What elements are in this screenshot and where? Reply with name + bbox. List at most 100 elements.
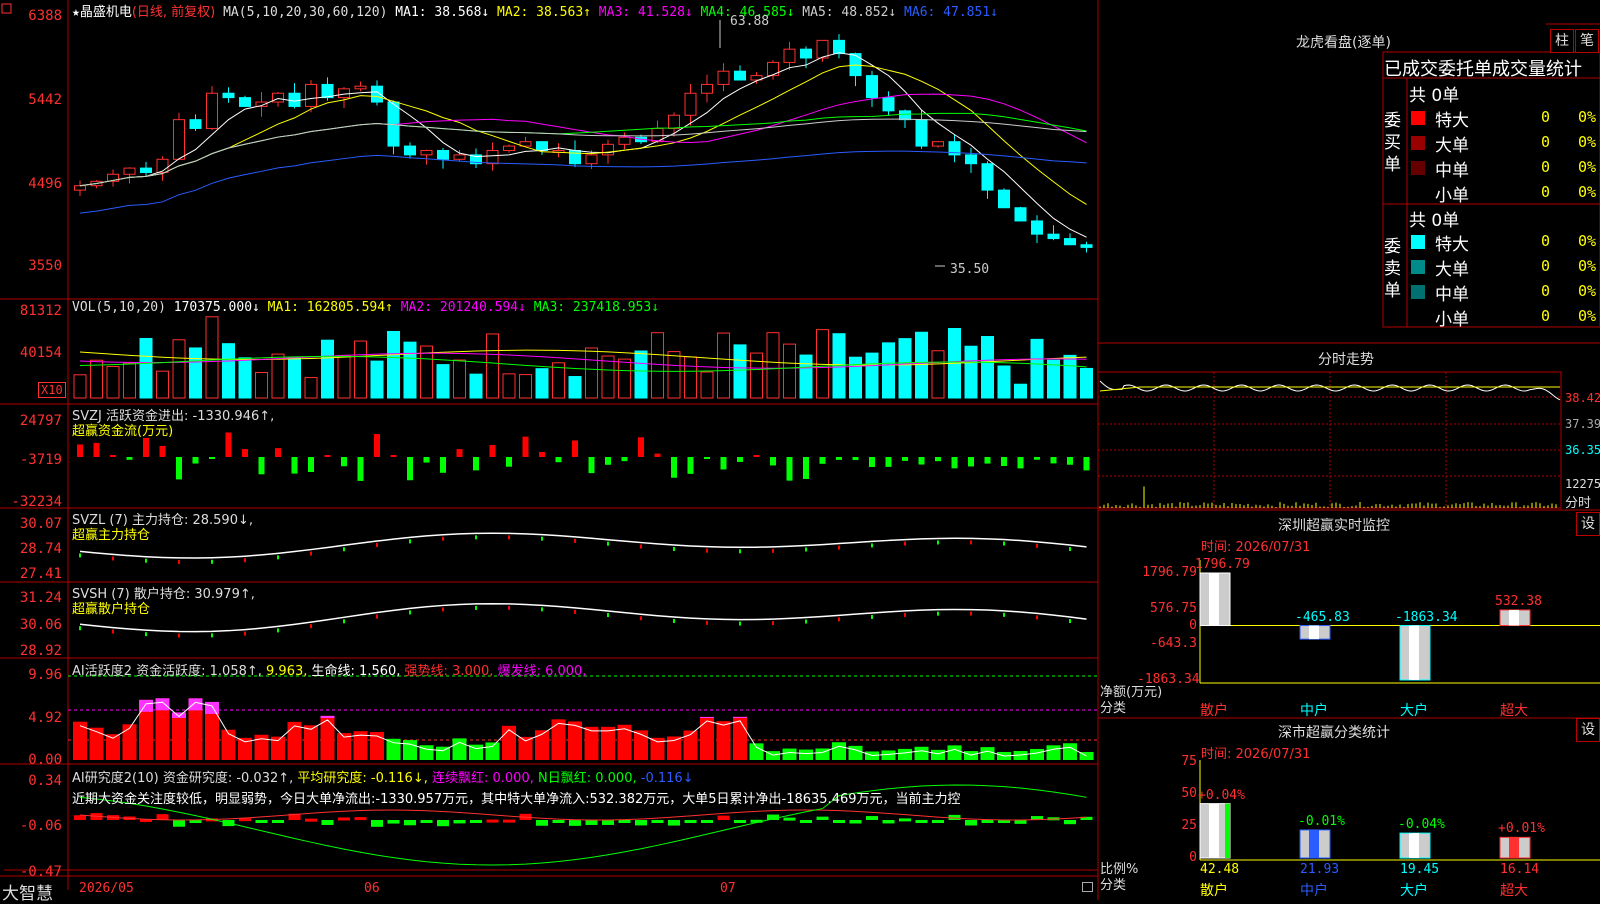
candle-down	[1014, 207, 1027, 222]
research-bar	[74, 815, 86, 820]
vol-unit[interactable]: X10	[38, 382, 66, 398]
sell-count: 共 0单	[1409, 211, 1460, 231]
volume-bar-up	[304, 377, 318, 399]
volume-bar-down	[288, 356, 301, 399]
fund-flow-bar	[456, 449, 463, 457]
candle-up	[420, 149, 433, 156]
volume-bar-down	[403, 341, 417, 399]
vol-ma-value-1: MA1: 162805.594↑	[267, 300, 401, 315]
fund-flow-bar	[374, 434, 380, 457]
activity-bar	[172, 712, 186, 760]
svsh-axis-label: 28.92	[19, 643, 62, 659]
classify-title: 深市超赢分类统计	[1278, 725, 1390, 741]
fund-flow-bar	[737, 457, 743, 462]
order-row-percent: 0%	[1578, 307, 1597, 325]
date-label-1: 2026/05	[79, 881, 134, 896]
candle-down	[404, 145, 416, 156]
tick-view-button[interactable]: 笔	[1575, 29, 1599, 53]
activity-bar	[584, 726, 599, 760]
candle-up	[717, 70, 730, 85]
volume-bar-up	[255, 372, 268, 399]
position-tick	[706, 548, 708, 553]
activity-burst-cap	[155, 698, 170, 711]
research-bar	[585, 820, 598, 825]
fenshi-title: 分时走势	[1318, 352, 1374, 368]
activity-burst-cap	[733, 716, 747, 718]
position-tick	[970, 540, 972, 545]
ai-header: AI活跃度2 资金活跃度: 1.058↑, 9.963, 生命线: 1.560,…	[72, 660, 586, 679]
ma-header: ★晶盛机电(日线, 前复权) MA(5,10,20,30,60,120) MA1…	[72, 1, 998, 20]
fund-flow-bar	[671, 457, 677, 478]
research-bar	[569, 820, 581, 826]
candle-up	[701, 83, 713, 94]
classify-category-label: 超大	[1500, 883, 1528, 899]
activity-burst-cap	[320, 715, 335, 718]
research-summary: 近期大资金关注度较低，明显弱势，今日大单净流出:-1330.957万元，其中特大…	[72, 792, 961, 807]
volume-bar-up	[519, 374, 532, 399]
classify-xlabel: 分类	[1100, 878, 1127, 893]
sell-side-label: 委卖单	[1384, 237, 1401, 301]
lock-icon[interactable]	[1082, 882, 1093, 892]
activity-bar	[386, 738, 401, 760]
candle-down	[915, 119, 928, 147]
candle-down	[800, 48, 812, 59]
order-row-value: 0	[1541, 282, 1551, 300]
research-bar	[618, 820, 631, 823]
vol-ma-value-3: MA3: 237418.953↓	[533, 300, 660, 315]
research-bar	[932, 820, 944, 823]
volume-bar-up	[156, 370, 169, 399]
position-tick	[475, 535, 477, 540]
ma-value-6: MA6: 47.851↓	[904, 5, 998, 20]
price-axis-label: 3550	[28, 258, 62, 274]
classify-bar-value: 19.45	[1400, 862, 1440, 877]
classify-settings-button[interactable]: 设	[1576, 718, 1600, 742]
classify-axis-label: 50	[1181, 786, 1197, 801]
ai-axis-label: 9.96	[28, 667, 62, 683]
svzl-sub: 超赢主力持仓	[72, 528, 151, 543]
candle-up	[585, 154, 598, 165]
fund-flow-bar	[918, 457, 925, 465]
date-label-3: 07	[720, 881, 736, 896]
classify-category-label: 中户	[1300, 883, 1328, 899]
position-tick	[970, 611, 972, 616]
buy-side-label: 委买单	[1384, 111, 1401, 175]
fund-flow-bar	[423, 457, 430, 463]
classify-bar-highlight	[1509, 837, 1519, 858]
research-nred: N日飘红: 0.000,	[538, 771, 637, 786]
volume-bar-up	[700, 371, 714, 399]
vol-value: 170375.000↓	[173, 300, 260, 315]
bar-view-button[interactable]: 柱	[1550, 29, 1574, 53]
monitor-settings-button[interactable]: 设	[1576, 512, 1600, 536]
position-tick	[79, 626, 81, 631]
candle-down	[222, 92, 235, 99]
position-tick	[409, 539, 411, 544]
volume-bar-up	[502, 373, 516, 399]
position-tick	[376, 543, 378, 548]
fund-flow-bar	[935, 457, 941, 462]
classify-axis-label: 0	[1189, 850, 1197, 865]
adjust-mode[interactable]: (日线, 前复权)	[132, 5, 215, 20]
vol-ma-value-2: MA2: 201240.594↓	[400, 300, 534, 315]
fenshi-axis-1: 38.42	[1565, 391, 1600, 405]
fund-flow-bar	[539, 452, 545, 457]
research-bar	[536, 820, 548, 826]
position-tick	[475, 605, 477, 610]
position-tick	[178, 633, 180, 638]
brand-label[interactable]: 大智慧	[2, 879, 53, 904]
position-tick	[1069, 619, 1071, 624]
chart-canvas[interactable]	[0, 0, 1600, 900]
monitor-bar-value: -1863.34	[1395, 609, 1458, 625]
research-bar	[354, 817, 367, 821]
position-tick	[937, 540, 939, 545]
vol-axis-label: 81312	[19, 303, 62, 319]
order-row-value: 0	[1541, 158, 1551, 176]
order-color-swatch	[1411, 186, 1425, 200]
activity-bar	[898, 748, 912, 760]
volume-bar-up	[271, 353, 285, 399]
fund-flow-bar	[555, 457, 562, 463]
order-row-value: 0	[1541, 108, 1551, 126]
fund-flow-bar	[209, 457, 215, 459]
volume-bar-down	[1014, 383, 1027, 399]
volume-bar-down	[1030, 338, 1044, 399]
research-bar	[602, 820, 614, 825]
